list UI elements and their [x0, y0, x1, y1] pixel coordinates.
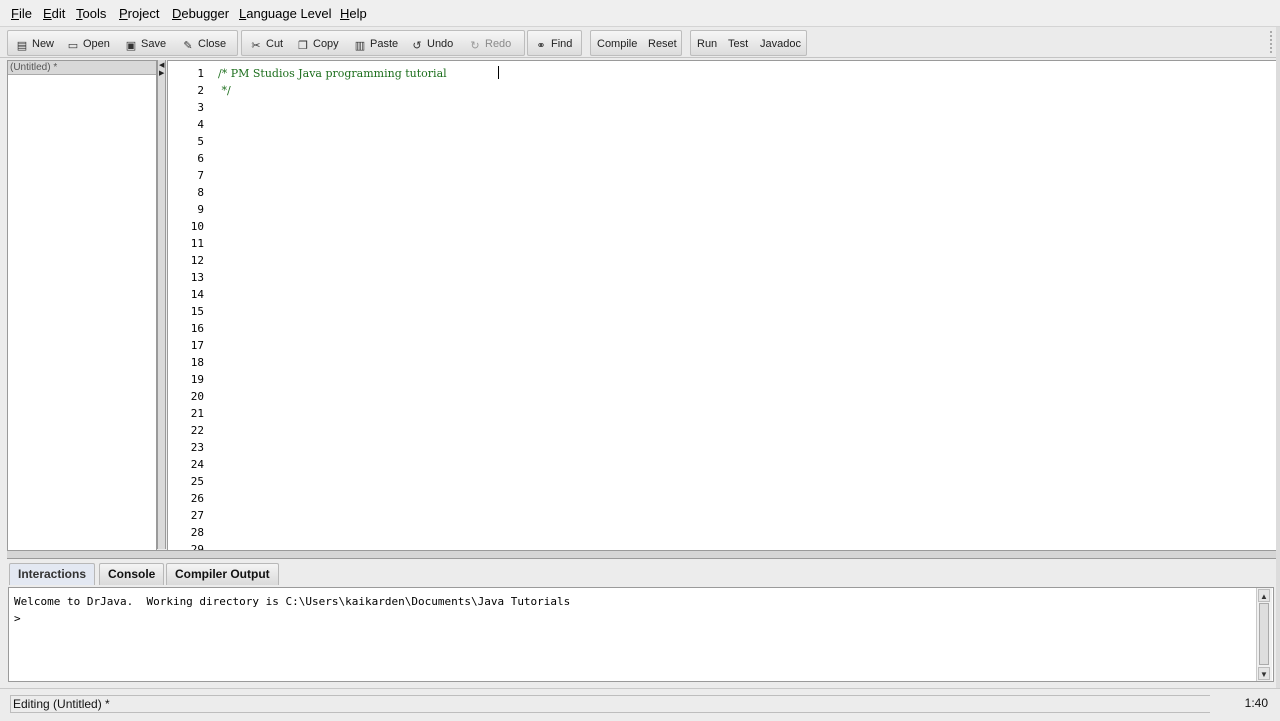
- line-number: 20: [190, 390, 204, 403]
- javadoc-button[interactable]: Javadoc: [760, 34, 801, 54]
- line-number: 6: [197, 152, 204, 165]
- find-button[interactable]: ⚭ Find: [535, 34, 572, 54]
- open-folder-icon: ▭: [67, 40, 79, 52]
- tab-compiler-output[interactable]: Compiler Output: [166, 563, 279, 585]
- toolbar: ▤ New ▭ Open ▣ Save ✎ Close ✂ Cut ❐ Copy ▥ Past…: [0, 27, 1280, 58]
- status-bar: Editing (Untitled) * 1:40: [0, 688, 1280, 721]
- line-number: 22: [190, 424, 204, 437]
- line-number: 10: [190, 220, 204, 233]
- line-number: 8: [197, 186, 204, 199]
- vertical-splitter[interactable]: ◀ ▶: [157, 60, 166, 549]
- line-number: 1: [197, 67, 204, 80]
- edit-button-group: ✂ Cut ❐ Copy ▥ Paste ↺ Undo ↻ Redo: [241, 30, 525, 56]
- scissors-icon: ✂: [251, 40, 261, 52]
- file-list-pane[interactable]: (Untitled) *: [7, 60, 157, 551]
- line-number: 3: [197, 101, 204, 114]
- paste-button[interactable]: ▥ Paste: [354, 34, 398, 54]
- undo-button[interactable]: ↺ Undo: [411, 34, 453, 54]
- code-line-1[interactable]: /* PM Studios Java programming tutorial: [218, 67, 450, 80]
- undo-icon: ↺: [412, 40, 422, 52]
- line-number: 16: [190, 322, 204, 335]
- line-number: 25: [190, 475, 204, 488]
- clipboard-icon: ▥: [354, 40, 366, 52]
- copy-button[interactable]: ❐ Copy: [297, 34, 339, 54]
- line-number: 19: [190, 373, 204, 386]
- line-number: 18: [190, 356, 204, 369]
- menu-help[interactable]: Help: [340, 6, 367, 21]
- line-number: 15: [190, 305, 204, 318]
- line-number: 4: [197, 118, 204, 131]
- redo-icon: ↻: [470, 40, 480, 52]
- copy-icon: ❐: [298, 40, 308, 52]
- run-button-group: Run Test Javadoc: [690, 30, 807, 56]
- scroll-down-icon[interactable]: ▼: [1258, 667, 1270, 680]
- compile-button-group: Compile Reset: [590, 30, 682, 56]
- line-number: 11: [190, 237, 204, 250]
- save-icon: ▣: [125, 40, 137, 52]
- file-button-group: ▤ New ▭ Open ▣ Save ✎ Close: [7, 30, 238, 56]
- test-button[interactable]: Test: [728, 34, 748, 54]
- horizontal-splitter[interactable]: [7, 550, 1276, 559]
- cut-button[interactable]: ✂ Cut: [250, 34, 283, 54]
- menu-edit[interactable]: Edit: [43, 6, 65, 21]
- code-line-2[interactable]: */: [218, 84, 230, 97]
- cursor-position: 1:40: [1244, 696, 1268, 710]
- line-number: 13: [190, 271, 204, 284]
- line-number-gutter: 1 2 3 4 5 6 7 8 9 10 11 12 13 14 15 16 17 18 19 20 21 22 23 24 2…: [168, 61, 208, 550]
- collapse-left-icon[interactable]: ◀: [159, 62, 165, 69]
- window-right-edge: [1276, 27, 1280, 688]
- line-number: 21: [190, 407, 204, 420]
- line-number: 26: [190, 492, 204, 505]
- line-number: 27: [190, 509, 204, 522]
- line-number: 2: [197, 84, 204, 97]
- line-number: 5: [197, 135, 204, 148]
- line-number: 12: [190, 254, 204, 267]
- line-number: 7: [197, 169, 204, 182]
- scroll-up-icon[interactable]: ▲: [1258, 589, 1270, 602]
- new-button[interactable]: ▤ New: [16, 34, 54, 54]
- interactions-scrollbar[interactable]: ▲ ▼: [1256, 588, 1272, 681]
- scroll-thumb[interactable]: [1259, 603, 1269, 665]
- menu-language-level[interactable]: Language Level: [239, 6, 332, 21]
- expand-right-icon[interactable]: ▶: [159, 70, 165, 77]
- code-editor[interactable]: 1 2 3 4 5 6 7 8 9 10 11 12 13 14 15 16 17 18 19 20 21 22 23 24 2…: [167, 60, 1278, 551]
- menu-debugger[interactable]: Debugger: [172, 6, 229, 21]
- line-number: 14: [190, 288, 204, 301]
- tab-interactions[interactable]: Interactions: [9, 563, 96, 585]
- tab-console[interactable]: Console: [99, 563, 165, 585]
- line-number: 9: [197, 203, 204, 216]
- line-number: 24: [190, 458, 204, 471]
- interactions-pane[interactable]: Welcome to DrJava. Working directory is …: [8, 587, 1274, 682]
- status-message: Editing (Untitled) *: [10, 695, 1210, 713]
- open-button[interactable]: ▭ Open: [67, 34, 110, 54]
- welcome-message: Welcome to DrJava. Working directory is …: [14, 595, 571, 608]
- menu-tools[interactable]: Tools: [76, 6, 106, 21]
- line-number: 17: [190, 339, 204, 352]
- menu-project[interactable]: Project: [119, 6, 159, 21]
- binoculars-icon: ⚭: [536, 40, 546, 52]
- menu-bar: File Edit Tools Project Debugger Languag…: [0, 0, 1280, 27]
- open-file-entry[interactable]: (Untitled) *: [8, 61, 156, 75]
- run-button[interactable]: Run: [697, 34, 717, 54]
- line-number: 23: [190, 441, 204, 454]
- close-button[interactable]: ✎ Close: [182, 34, 226, 54]
- reset-button[interactable]: Reset: [648, 34, 677, 54]
- new-file-icon: ▤: [16, 40, 28, 52]
- compile-button[interactable]: Compile: [597, 34, 637, 54]
- close-file-icon: ✎: [183, 40, 193, 52]
- interactions-prompt[interactable]: >: [14, 612, 21, 625]
- menu-file[interactable]: File: [11, 6, 32, 21]
- redo-button[interactable]: ↻ Redo: [469, 34, 511, 54]
- find-button-group: ⚭ Find: [527, 30, 582, 56]
- line-number: 28: [190, 526, 204, 539]
- save-button[interactable]: ▣ Save: [125, 34, 166, 54]
- text-caret: [498, 66, 499, 79]
